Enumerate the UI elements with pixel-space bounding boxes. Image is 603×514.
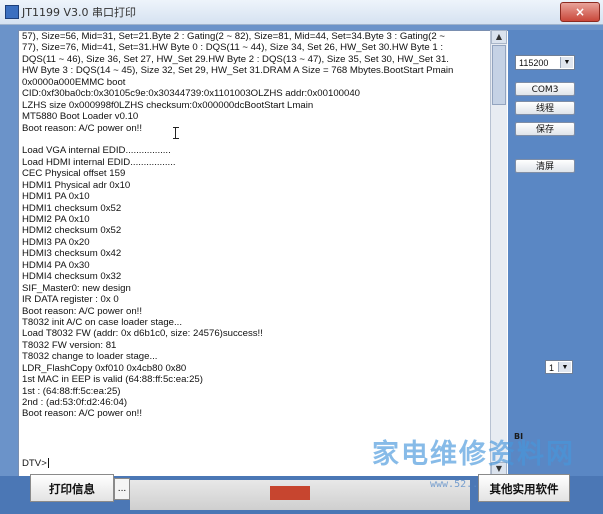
console-line: Load T8032 FW (addr: 0x d6b1c0, size: 24… [22, 328, 263, 340]
console-line: HDMI3 checksum 0x42 [22, 248, 122, 260]
console-line: HDMI4 PA 0x30 [22, 259, 90, 271]
console-line: T8032 init A/C on case loader stage... [22, 316, 182, 328]
i-beam-cursor-icon [173, 127, 179, 139]
console-scrollbar[interactable]: ▲ ▼ [490, 30, 507, 476]
console-line: HDMI1 Physical adr 0x10 [22, 179, 131, 191]
console-line: HDMI3 PA 0x20 [22, 236, 90, 248]
console-line: HW Byte 3 : DQS(14 ~ 45), Size 32, Set 2… [22, 65, 454, 77]
console-line: T8032 change to loader stage... [22, 351, 158, 363]
title-bar: JT1199 V3.0 串口打印 × [0, 0, 603, 25]
scroll-thumb[interactable] [492, 45, 506, 105]
console-line: 57), Size=56, Mid=31, Set=21.Byte 2 : Ga… [22, 31, 445, 42]
text-caret [47, 458, 49, 469]
chevron-down-icon: ▼ [558, 362, 571, 372]
console-line: MT5880 Boot Loader v0.10 [22, 111, 139, 123]
console-prompt: DTV> [22, 458, 47, 469]
console-line: Boot reason: A/C power on!! [22, 122, 142, 134]
console-line: CEC Physical offset 159 [22, 168, 126, 180]
window-title: JT1199 V3.0 串口打印 [22, 6, 136, 19]
console-line: 2nd : (ad:53:0f:d2:46:04) [22, 397, 128, 408]
console-line: HDMI1 checksum 0x52 [22, 202, 122, 214]
console-line: IR DATA register : 0x 0 [22, 294, 119, 306]
console-line: 0x0000a000EMMC boot [22, 76, 126, 88]
console-line: Load VGA internal EDID................. [22, 145, 171, 157]
console-line: Load HDMI internal EDID................. [22, 156, 176, 168]
baud-rate-select[interactable]: 115200 ▼ [515, 55, 575, 70]
console-line: Boot reason: A/C power on!! [22, 408, 142, 420]
baud-rate-value: 115200 [519, 58, 549, 68]
clear-screen-button[interactable]: 清屏 [515, 159, 575, 173]
console-line: 1st MAC in EEP is valid (64:88:ff:5c:ea:… [22, 374, 203, 386]
clear-line-button[interactable]: 线程 [515, 101, 575, 115]
console-line: 77), Size=76, Mid=41, Set=31.HW Byte 0 :… [22, 42, 444, 54]
app-icon [5, 5, 19, 19]
console-line: SIF_Master0: new design [22, 282, 131, 294]
watermark-url: www.52.. [430, 479, 479, 490]
page-select-value: 1 [549, 363, 555, 373]
close-button[interactable]: × [560, 2, 600, 22]
console-line: DQS(11 ~ 46), Size 36, Set 27, HW_Set 29… [22, 53, 449, 65]
other-tools-button[interactable]: 其他实用软件 [478, 474, 570, 502]
console-line: HDMI1 PA 0x10 [22, 191, 90, 203]
console-line: LZHS size 0x000998f0LZHS checksum:0x0000… [22, 99, 314, 111]
save-button[interactable]: 保存 [515, 122, 575, 136]
console-line: HDMI2 PA 0x10 [22, 214, 90, 225]
watermark-text: 家电维修资料网 [372, 439, 575, 470]
chevron-down-icon: ▼ [560, 57, 573, 68]
more-options-button[interactable]: ... [114, 478, 130, 500]
print-info-button[interactable]: 打印信息 [30, 474, 114, 502]
console-line: CID:0xf30ba0cb:0x30105c9e:0x30344739:0x1… [22, 88, 360, 100]
console-line: 1st : (64:88:ff:5c:ea:25) [22, 385, 121, 397]
page-select[interactable]: 1 ▼ [545, 360, 573, 374]
console-line: HDMI4 checksum 0x32 [22, 271, 122, 283]
console-line: HDMI2 checksum 0x52 [22, 225, 122, 237]
console-lines: 57), Size=56, Mid=31, Set=21.Byte 2 : Ga… [22, 31, 508, 420]
console-line: T8032 FW version: 81 [22, 339, 117, 351]
console-line: LDR_FlashCopy 0xf010 0x4cb80 0x80 [22, 362, 187, 374]
corner-label: BI [514, 432, 524, 441]
status-indicator [270, 486, 310, 500]
scroll-up-icon[interactable]: ▲ [491, 30, 507, 44]
com-port-button[interactable]: COM3 [515, 82, 575, 96]
serial-console-output[interactable]: 57), Size=56, Mid=31, Set=21.Byte 2 : Ga… [18, 30, 510, 478]
console-line: Boot reason: A/C power on!! [22, 305, 142, 317]
